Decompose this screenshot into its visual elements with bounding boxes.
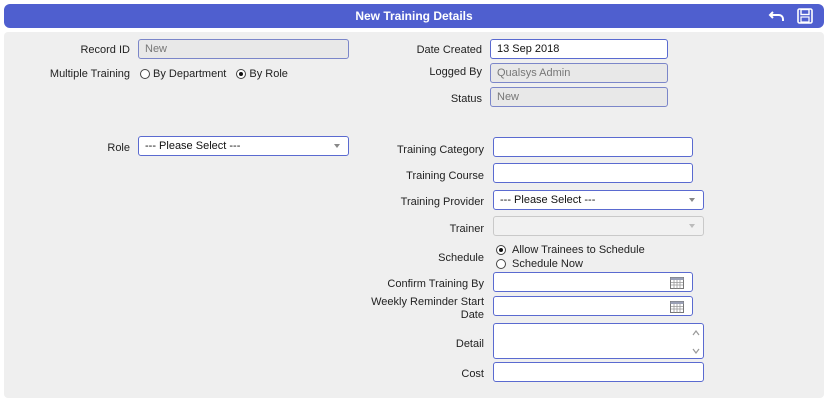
by-role-radio[interactable]: [236, 69, 247, 79]
status-label: Status: [450, 93, 482, 105]
cost-label: Cost: [461, 368, 484, 380]
schedule-now-radio[interactable]: [496, 259, 506, 269]
logged-by-label: Logged By: [429, 66, 482, 78]
trainer-label: Trainer: [449, 223, 484, 235]
record-id-field: New: [138, 39, 349, 59]
by-department-radio[interactable]: [140, 69, 150, 79]
schedule-option-1[interactable]: Allow Trainees to Schedule: [496, 244, 645, 256]
training-course-label: Training Course: [406, 170, 484, 182]
chevron-down-icon: [689, 224, 695, 228]
record-id-label: Record ID: [80, 44, 130, 56]
page-title: New Training Details: [355, 9, 473, 23]
schedule-label: Schedule: [438, 252, 484, 264]
detail-label: Detail: [455, 338, 484, 350]
role-select[interactable]: --- Please Select ---: [138, 136, 349, 156]
title-bar: New Training Details: [4, 4, 824, 28]
calendar-icon[interactable]: [670, 276, 684, 289]
training-provider-label: Training Provider: [400, 196, 484, 208]
detail-textarea[interactable]: [493, 323, 704, 359]
scroll-down-icon[interactable]: [692, 346, 700, 354]
confirm-training-by-label: Confirm Training By: [387, 278, 484, 290]
multiple-training-label: Multiple Training: [49, 68, 130, 80]
weekly-reminder-label: Weekly Reminder Start Date: [371, 296, 484, 321]
calendar-icon[interactable]: [670, 300, 684, 313]
scroll-up-icon[interactable]: [692, 328, 700, 336]
trainer-select: [493, 216, 704, 236]
form-panel: Record ID New Multiple Training By Depar…: [4, 32, 824, 398]
by-department-option[interactable]: By Department: [140, 68, 226, 80]
training-provider-select[interactable]: --- Please Select ---: [493, 190, 704, 210]
undo-icon[interactable]: [768, 7, 786, 25]
cost-field[interactable]: [493, 362, 704, 382]
by-role-option[interactable]: By Role: [236, 68, 288, 80]
weekly-reminder-field[interactable]: [493, 296, 693, 316]
status-field: New: [490, 87, 668, 107]
training-category-field[interactable]: [493, 137, 693, 157]
date-created-label: Date Created: [416, 44, 482, 56]
role-label: Role: [107, 142, 130, 154]
multiple-training-radio-group: By Department By Role: [140, 68, 298, 80]
logged-by-field: Qualsys Admin: [490, 63, 668, 83]
date-created-field[interactable]: 13 Sep 2018: [490, 39, 668, 59]
chevron-down-icon: [334, 144, 340, 148]
allow-trainees-radio[interactable]: [496, 245, 506, 255]
confirm-training-by-field[interactable]: [493, 272, 693, 292]
title-tools: [768, 7, 814, 25]
chevron-down-icon: [689, 198, 695, 202]
schedule-option-2[interactable]: Schedule Now: [496, 258, 583, 270]
save-icon[interactable]: [796, 7, 814, 25]
training-course-field[interactable]: [493, 163, 693, 183]
training-category-label: Training Category: [396, 144, 484, 156]
